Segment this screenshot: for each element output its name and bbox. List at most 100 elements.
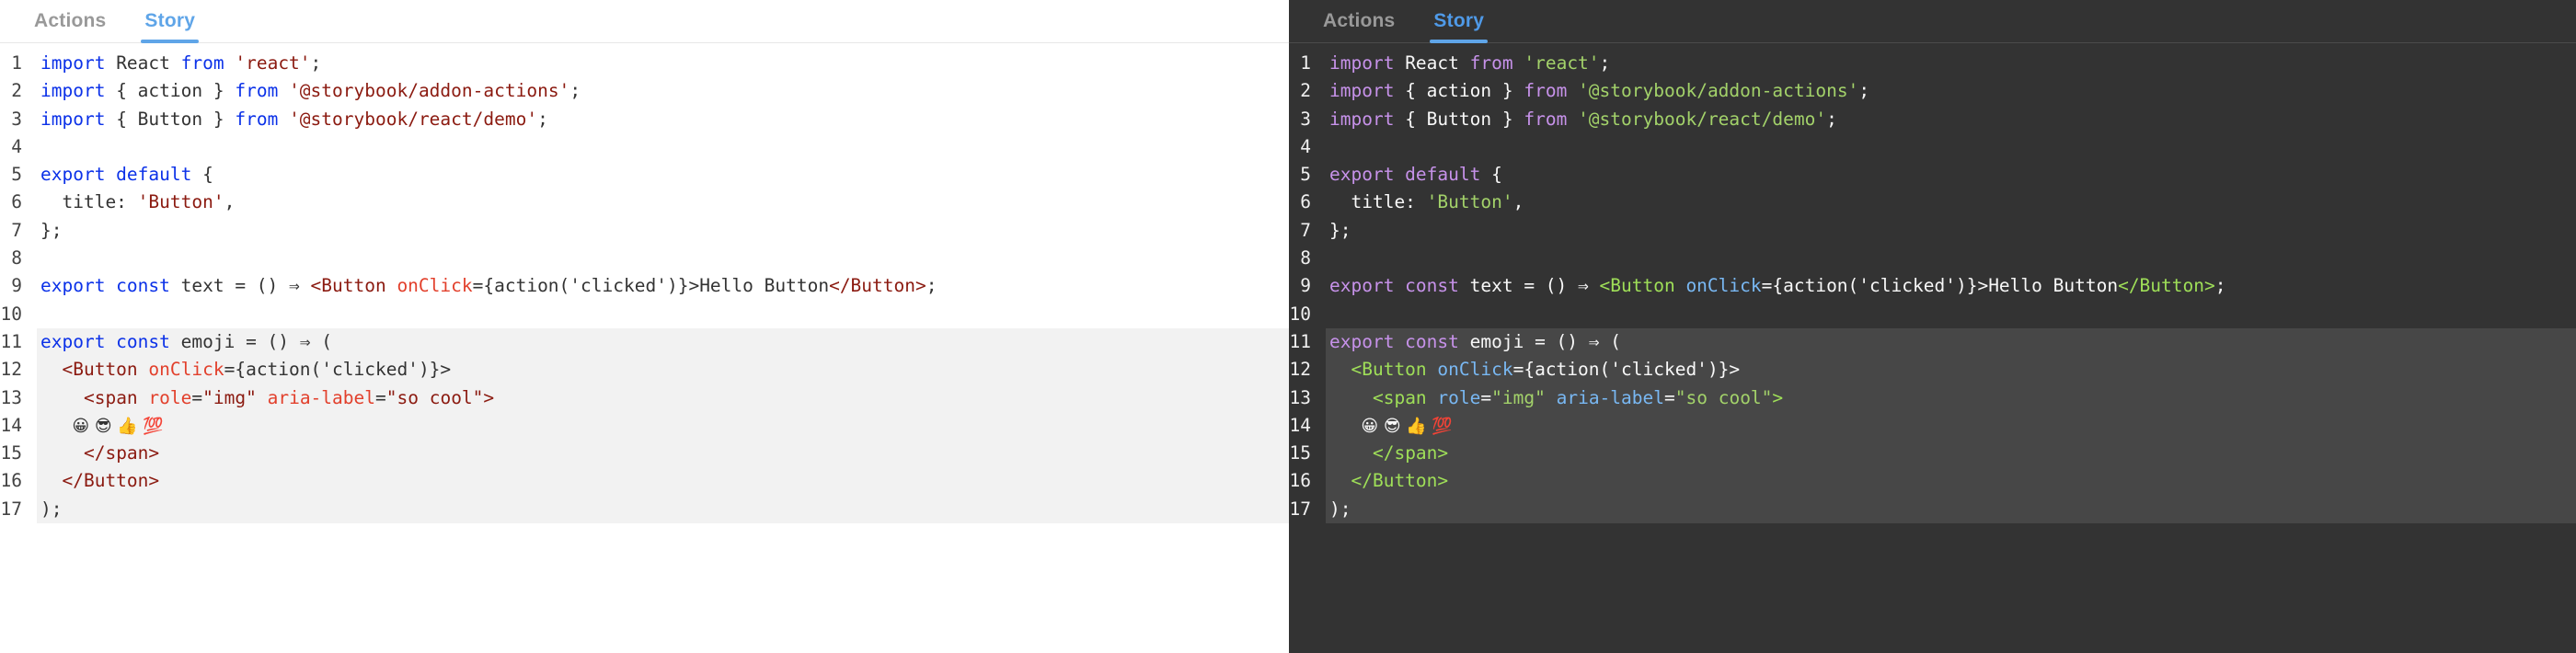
code-token-kw: export default xyxy=(1329,164,1481,186)
code-token-attr: onClick xyxy=(148,359,224,381)
code-token-kw: from xyxy=(1524,80,1568,102)
code-token-txt: text = () ⇒ xyxy=(169,275,311,297)
code-line: 16 </Button> xyxy=(0,467,1289,496)
code-token-txt: }; xyxy=(40,219,63,241)
emoji-glyphs: 😀 😎 👍 💯 xyxy=(1329,416,1453,436)
code-token-str: 'react' xyxy=(1524,52,1600,74)
code-line: 6 title: 'Button', xyxy=(1289,189,2576,216)
line-number: 15 xyxy=(1289,440,1326,468)
code-token-kw: export const xyxy=(1329,330,1459,352)
code-token-str: 'react' xyxy=(235,52,311,74)
code-line: 4 xyxy=(0,133,1289,161)
code-line: 11 export const emoji = () ⇒ ( xyxy=(1289,327,2576,357)
light-horizontal-scrollbar[interactable] xyxy=(0,648,1289,653)
code-token-tag: </Button> xyxy=(2118,275,2215,297)
tab-actions-dark[interactable]: Actions xyxy=(1304,0,1414,42)
line-content: export const emoji = () ⇒ ( xyxy=(37,328,1289,356)
code-token-attr: onClick xyxy=(397,275,473,297)
code-token-attr: aria-label xyxy=(1556,386,1664,408)
line-number: 5 xyxy=(11,164,22,186)
code-token-txt: { xyxy=(1480,164,1502,186)
code-token-pun: , xyxy=(224,191,236,213)
code-token-tag: <Button xyxy=(1351,359,1438,381)
code-token-kw: export const xyxy=(40,275,170,297)
line-content: import React from 'react'; xyxy=(37,50,1289,77)
line-content: </span> xyxy=(1326,440,2576,467)
line-content: </span> xyxy=(37,440,1289,467)
line-content: <Button onClick={action('clicked')}> xyxy=(1326,356,2576,384)
code-line: 1 import React from 'react'; xyxy=(1289,50,2576,77)
code-token-kw: import xyxy=(40,108,106,130)
dark-code-viewer[interactable]: 1 import React from 'react'; 2 import { act… xyxy=(1289,43,2576,653)
line-content: export const emoji = () ⇒ ( xyxy=(1326,328,2576,356)
line-number: 6 xyxy=(1300,191,1311,213)
line-number: 13 xyxy=(1289,384,1326,412)
line-content: export const text = () ⇒ <Button onClick… xyxy=(37,272,1289,300)
code-token-txt: emoji = () ⇒ ( xyxy=(169,330,332,352)
code-token-kw: export const xyxy=(1329,275,1459,297)
code-token-tag: <Button xyxy=(310,275,397,297)
code-token-txt: = xyxy=(1664,386,1675,408)
code-token-tag: </span> xyxy=(1372,442,1449,464)
code-token-str: "img" xyxy=(1491,386,1546,408)
line-number: 7 xyxy=(1300,219,1311,241)
line-number: 14 xyxy=(1289,411,1326,441)
tab-story[interactable]: Story xyxy=(125,0,214,43)
code-token-txt: = xyxy=(191,386,203,408)
tab-story-dark[interactable]: Story xyxy=(1414,0,1503,43)
line-number: 9 xyxy=(11,275,22,297)
code-line: 5 export default { xyxy=(0,161,1289,189)
code-token-pun: , xyxy=(1512,191,1524,213)
code-token-attr: onClick xyxy=(1437,359,1513,381)
code-token-txt: title: xyxy=(40,191,138,213)
code-line: 3 import { Button } from '@storybook/reac… xyxy=(0,106,1289,133)
code-line: 7}; xyxy=(1289,217,2576,245)
code-line: 6 title: 'Button', xyxy=(0,189,1289,216)
line-number: 17 xyxy=(1289,495,1326,524)
emoji-glyphs: 😀 😎 👍 💯 xyxy=(40,416,164,436)
tab-actions[interactable]: Actions xyxy=(15,0,125,42)
code-line: 17); xyxy=(1289,495,2576,524)
code-token-kw: import xyxy=(1329,52,1395,74)
code-line: 14 😀 😎 👍 💯 xyxy=(1289,411,2576,441)
code-line: 10 xyxy=(1289,301,2576,328)
light-tabbar: Actions Story xyxy=(0,0,1289,43)
line-content: import React from 'react'; xyxy=(1326,50,2576,77)
code-token-txt: ={action( xyxy=(1761,275,1859,297)
code-line: 14 😀 😎 👍 💯 xyxy=(0,411,1289,441)
code-token-str: '@storybook/addon-actions' xyxy=(1578,80,1859,102)
line-number: 1 xyxy=(11,52,22,74)
line-content: title: 'Button', xyxy=(1326,189,2576,216)
line-content: <Button onClick={action('clicked')}> xyxy=(37,356,1289,384)
code-line: 9 export const text = () ⇒ <Button onClic… xyxy=(1289,272,2576,300)
code-token-txt: title: xyxy=(1329,191,1427,213)
light-code-viewer[interactable]: 1 import React from 'react'; 2 import { act… xyxy=(0,43,1289,653)
line-content: ); xyxy=(1326,496,2576,523)
line-content: export default { xyxy=(1326,161,2576,189)
code-token-tag: </Button> xyxy=(829,275,926,297)
code-token-tag: <span xyxy=(1372,386,1438,408)
code-line: 17); xyxy=(0,495,1289,524)
code-token-attr: aria-label xyxy=(267,386,375,408)
code-token-kw: import xyxy=(1329,80,1395,102)
code-token-txt: )}>Hello Button xyxy=(1955,275,2119,297)
code-token-kw: from xyxy=(1524,108,1568,130)
code-token-txt: )}> xyxy=(418,359,452,381)
dark-tabbar: Actions Story xyxy=(1289,0,2576,43)
dual-theme-code-preview: Actions Story 1 import React from 'react'… xyxy=(0,0,2576,653)
code-token-str: '@storybook/react/demo' xyxy=(289,108,538,130)
code-token-txt: ); xyxy=(1329,498,1351,520)
code-token-txt: )}>Hello Button xyxy=(666,275,830,297)
code-token-str: 'Button' xyxy=(1426,191,1513,213)
code-token-txt: )}> xyxy=(1707,359,1741,381)
line-content: export default { xyxy=(37,161,1289,189)
code-token-txt: = xyxy=(1480,386,1492,408)
line-number: 2 xyxy=(1300,80,1311,102)
code-token-txt: 'clicked' xyxy=(569,275,667,297)
line-content: </Button> xyxy=(37,467,1289,495)
line-content: </Button> xyxy=(1326,467,2576,495)
